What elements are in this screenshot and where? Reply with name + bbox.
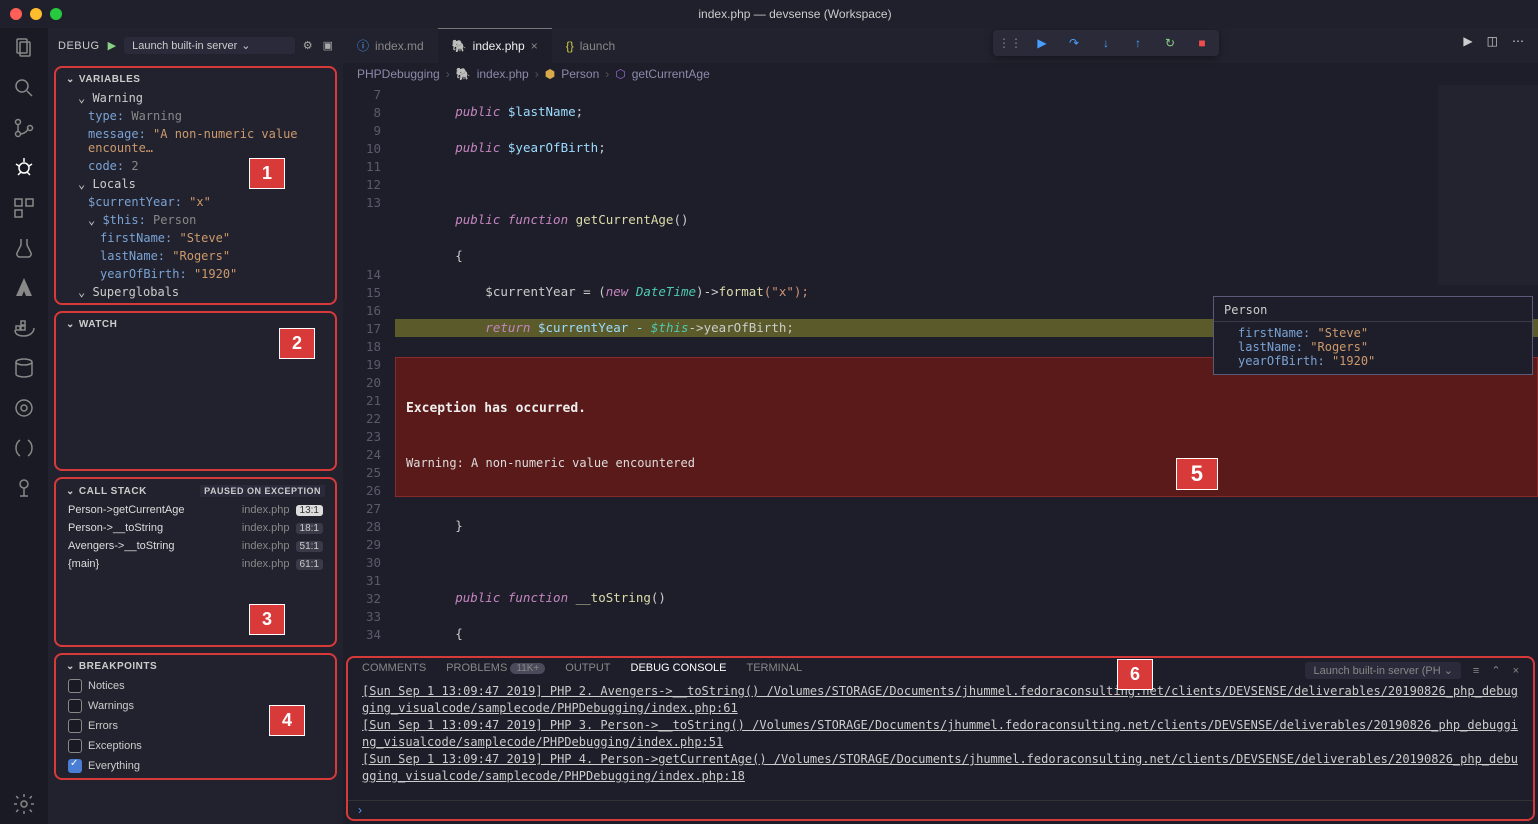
tab-debug-console[interactable]: DEBUG CONSOLE <box>631 662 727 679</box>
testing-icon[interactable] <box>12 236 36 260</box>
debug-console-output[interactable]: [Sun Sep 1 13:09:47 2019] PHP 2. Avenger… <box>348 683 1533 800</box>
close-panel-icon[interactable]: × <box>1513 665 1519 677</box>
callstack-row[interactable]: Person->getCurrentAgeindex.php13:1 <box>58 501 333 519</box>
window-title: index.php — devsense (Workspace) <box>62 7 1528 21</box>
gear-icon[interactable]: ⚙ <box>303 39 313 52</box>
callstack-section: 3 ⌄CALL STACK PAUSED ON EXCEPTION Person… <box>54 477 337 647</box>
extensions-icon[interactable] <box>12 196 36 220</box>
debug-icon[interactable] <box>12 156 36 180</box>
callstack-row[interactable]: {main}index.php61:1 <box>58 555 333 573</box>
docker-icon[interactable] <box>12 316 36 340</box>
editor-area: ▶ ◫ ⋯ ⋮⋮ ▶ ↷ ↓ ↑ ↻ ■ ⓘindex.md 🐘index.ph… <box>343 28 1538 824</box>
callstack-row[interactable]: Avengers->__toStringindex.php51:1 <box>58 537 333 555</box>
tree-icon[interactable] <box>12 476 36 500</box>
bp-item[interactable]: Everything <box>58 756 333 776</box>
scm-icon[interactable] <box>12 116 36 140</box>
debug-session-select[interactable]: Launch built-in server (PH ⌄ <box>1305 662 1460 679</box>
restart-icon[interactable]: ↻ <box>1161 34 1179 52</box>
database-icon[interactable] <box>12 356 36 380</box>
maximize-window[interactable] <box>50 8 62 20</box>
watch-section: 2 ⌄WATCH <box>54 311 337 471</box>
tab-index-md[interactable]: ⓘindex.md <box>343 28 438 63</box>
activity-bar <box>0 28 48 824</box>
grip-icon[interactable]: ⋮⋮ <box>1001 34 1019 52</box>
tab-problems[interactable]: PROBLEMS 11K+ <box>446 662 545 679</box>
debug-console-input[interactable]: › <box>348 800 1533 819</box>
remote-icon[interactable] <box>12 436 36 460</box>
step-into-icon[interactable]: ↓ <box>1097 34 1115 52</box>
explorer-icon[interactable] <box>12 36 36 60</box>
launch-config-select[interactable]: Launch built-in server⌄ <box>124 37 295 54</box>
target-icon[interactable] <box>12 396 36 420</box>
step-over-icon[interactable]: ↷ <box>1065 34 1083 52</box>
close-window[interactable] <box>10 8 22 20</box>
bp-item[interactable]: Notices <box>58 676 333 696</box>
play-icon[interactable]: ▶ <box>108 39 116 52</box>
titlebar: index.php — devsense (Workspace) <box>0 0 1538 28</box>
search-icon[interactable] <box>12 76 36 100</box>
split-icon[interactable]: ◫ <box>1487 34 1498 48</box>
line-gutter: 7 8 9 10 11 12 ▷13 14 15 16 17 18 19 20 … <box>343 85 395 653</box>
gear-icon[interactable] <box>12 792 36 816</box>
more-icon[interactable]: ⋯ <box>1512 34 1524 48</box>
tab-index-php[interactable]: 🐘index.php× <box>438 28 552 63</box>
debug-sidebar: DEBUG ▶ Launch built-in server⌄ ⚙ ▣ 1 ⌄V… <box>48 28 343 824</box>
bottom-panel: 6 COMMENTS PROBLEMS 11K+ OUTPUT DEBUG CO… <box>346 656 1535 821</box>
minimize-window[interactable] <box>30 8 42 20</box>
debug-hover: Person firstName: "Steve" lastName: "Rog… <box>1213 296 1533 375</box>
debug-header: DEBUG ▶ Launch built-in server⌄ ⚙ ▣ <box>48 28 343 63</box>
close-icon[interactable]: × <box>531 39 538 53</box>
tabs-bar: ⓘindex.md 🐘index.php× {}launch <box>343 28 1538 63</box>
continue-icon[interactable]: ▶ <box>1033 34 1051 52</box>
breakpoints-section: 4 ⌄BREAKPOINTS Notices Warnings Errors E… <box>54 653 337 780</box>
step-out-icon[interactable]: ↑ <box>1129 34 1147 52</box>
console-icon[interactable]: ▣ <box>323 39 333 52</box>
expand-icon[interactable]: ⌃ <box>1491 664 1500 677</box>
exception-banner: Exception has occurred. Warning: A non-n… <box>395 357 1538 497</box>
stop-icon[interactable]: ■ <box>1193 34 1211 52</box>
variables-section: 1 ⌄VARIABLES ⌄ Warning type: Warning mes… <box>54 66 337 305</box>
tab-launch[interactable]: {}launch <box>552 28 629 63</box>
debug-toolbar[interactable]: ⋮⋮ ▶ ↷ ↓ ↑ ↻ ■ <box>993 30 1219 56</box>
filter-icon[interactable]: ≡ <box>1473 665 1479 677</box>
azure-icon[interactable] <box>12 276 36 300</box>
bp-item[interactable]: Exceptions <box>58 736 333 756</box>
tab-output[interactable]: OUTPUT <box>565 662 610 679</box>
breadcrumbs[interactable]: PHPDebugging› 🐘index.php› ⬢Person› ⬡getC… <box>343 63 1538 85</box>
callstack-row[interactable]: Person->__toStringindex.php18:1 <box>58 519 333 537</box>
tab-terminal[interactable]: TERMINAL <box>746 662 802 679</box>
minimap[interactable] <box>1438 85 1538 285</box>
tab-comments[interactable]: COMMENTS <box>362 662 426 679</box>
run-icon[interactable]: ▶ <box>1463 34 1472 48</box>
